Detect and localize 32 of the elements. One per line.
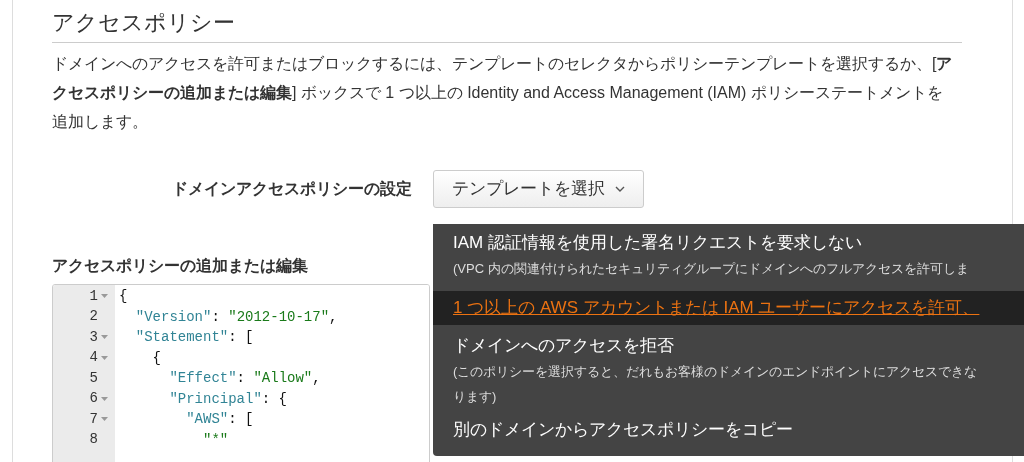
code-line: "*" <box>203 430 229 450</box>
code-line: "Principal": { <box>169 389 288 409</box>
code-editor[interactable]: 1 2 3 4 5 6 7 8 { "Version": "2012-10-17", "Statement": [ { "Effect": "Allow", "Principal": { "AWS": [ "*" <box>52 284 430 462</box>
fold-icon[interactable] <box>101 335 108 340</box>
template-select-button[interactable]: テンプレートを選択 <box>433 170 644 208</box>
line-number: 8 <box>89 430 98 450</box>
fold-icon[interactable] <box>101 355 108 360</box>
code-line: { <box>119 287 128 306</box>
code-line: { <box>152 348 161 368</box>
fold-icon[interactable] <box>101 417 108 422</box>
dropdown-option[interactable]: IAM 認証情報を使用した署名リクエストを要求しない (VPC 内の関連付けられたセキュリティグループにドメインへのフルアクセスを許可しま <box>433 230 1024 289</box>
dropdown-option[interactable]: 1 つ以上の AWS アカウントまたは IAM ユーザーにアクセスを許可、 <box>433 291 1024 325</box>
editor-label: アクセスポリシーの追加または編集 <box>52 257 308 274</box>
line-number: 5 <box>89 368 98 388</box>
section-title: アクセスポリシー <box>52 9 235 37</box>
caret-icon <box>615 186 625 192</box>
code-line: "Version": "2012-10-17", <box>135 307 338 327</box>
code-line: "Statement": [ <box>135 328 254 347</box>
field-label: ドメインアクセスポリシーの設定 <box>172 180 412 197</box>
line-number: 7 <box>89 409 98 429</box>
code-line: "AWS": [ <box>186 410 254 429</box>
fold-icon[interactable] <box>101 396 108 401</box>
fold-icon[interactable] <box>101 294 108 299</box>
dropdown-option[interactable]: ドメインへのアクセスを拒否 (このポリシーを選択すると、だれもお客様のドメインのエンドポイントにアクセスできな ります) <box>433 333 1024 417</box>
line-number: 1 <box>89 286 98 306</box>
line-number: 2 <box>89 307 98 327</box>
section-description: ドメインへのアクセスを許可またはブロックするには、テンプレートのセレクタからポリシーテンプレートを選択するか、[アクセスポリシーの追加または編集] ボックスで 1 つ以上の Identity and Access Management (IAM) ポリシーステートメントを追加します。 <box>52 54 954 132</box>
line-number: 3 <box>89 327 98 347</box>
dropdown-option[interactable]: 別のドメインからアクセスポリシーをコピー <box>433 417 1024 449</box>
code-line: "Effect": "Allow", <box>169 369 321 388</box>
line-number: 6 <box>89 389 98 409</box>
line-number: 4 <box>89 348 98 368</box>
